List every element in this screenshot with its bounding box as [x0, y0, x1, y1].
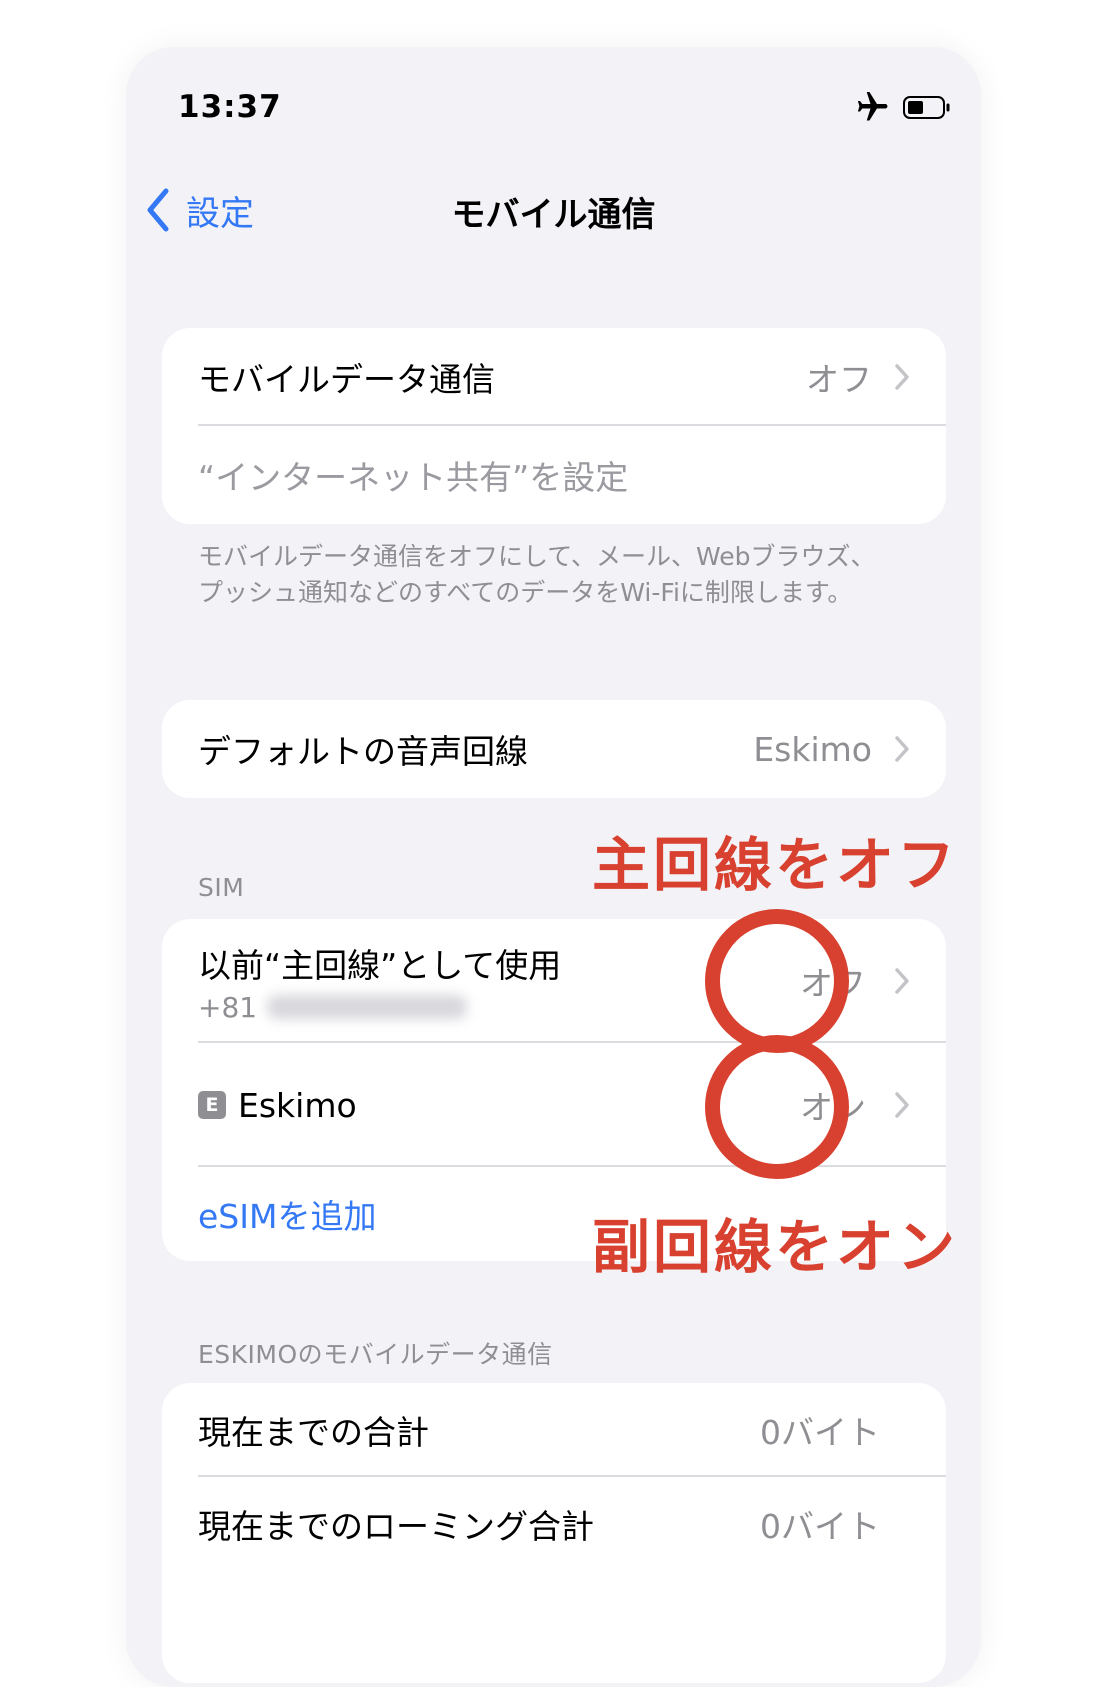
redacted-number — [267, 995, 468, 1019]
usage-roaming-row: 現在までのローミング合計 0バイト — [162, 1477, 946, 1571]
usage-section-header: ESKIMOのモバイルデータ通信 — [198, 1340, 553, 1369]
mobile-data-footer: モバイルデータ通信をオフにして、メール、Webブラウズ、プッシュ通知などのすべて… — [198, 542, 876, 607]
annotation-ring-off — [705, 909, 849, 1053]
mobile-data-group: モバイルデータ通信 オフ “インターネット共有”を設定 — [162, 328, 946, 524]
hotspot-label: “インターネット共有”を設定 — [198, 458, 629, 497]
mobile-data-row[interactable]: モバイルデータ通信 オフ — [162, 328, 946, 426]
sim-section-header: SIM — [198, 873, 245, 902]
page-title: モバイル通信 — [451, 195, 656, 235]
usage-roaming-label: 現在までのローミング合計 — [198, 1507, 594, 1546]
usage-group: 現在までの合計 0バイト 現在までのローミング合計 0バイト — [162, 1383, 946, 1683]
voice-line-group: デフォルトの音声回線 Eskimo — [162, 700, 946, 798]
usage-total-row: 現在までの合計 0バイト — [162, 1383, 946, 1477]
chevron-right-icon — [895, 364, 909, 390]
annotation-secondary-on: 副回線をオン — [592, 1213, 959, 1281]
esim-badge-icon: E — [198, 1091, 226, 1119]
usage-roaming-value: 0バイト — [760, 1507, 880, 1546]
default-voice-value: Eskimo — [753, 729, 872, 769]
usage-total-label: 現在までの合計 — [198, 1413, 429, 1452]
mobile-data-value: オフ — [806, 360, 872, 399]
chevron-right-icon — [895, 968, 909, 994]
chevron-right-icon — [895, 736, 909, 762]
default-voice-row[interactable]: デフォルトの音声回線 Eskimo — [162, 700, 946, 798]
annotation-primary-off: 主回線をオフ — [592, 831, 959, 899]
chevron-right-icon — [895, 1092, 909, 1118]
airplane-mode-icon — [857, 92, 888, 121]
battery-icon — [903, 96, 950, 119]
sim-primary-number: +81 — [198, 990, 258, 1024]
annotation-ring-on — [705, 1035, 849, 1179]
usage-total-value: 0バイト — [760, 1413, 880, 1452]
hotspot-row[interactable]: “インターネット共有”を設定 — [162, 426, 946, 524]
mobile-data-label: モバイルデータ通信 — [198, 360, 495, 399]
default-voice-label: デフォルトの音声回線 — [198, 732, 528, 771]
status-time: 13:37 — [178, 89, 282, 125]
